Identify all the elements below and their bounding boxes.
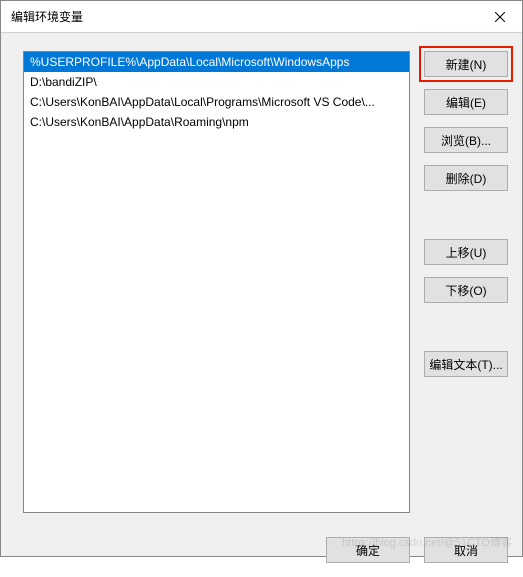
browse-button[interactable]: 浏览(B)... — [424, 127, 508, 153]
titlebar: 编辑环境变量 — [1, 1, 522, 33]
list-item[interactable]: C:\Users\KonBAI\AppData\Roaming\npm — [24, 112, 409, 132]
move-up-button[interactable]: 上移(U) — [424, 239, 508, 265]
move-down-button[interactable]: 下移(O) — [424, 277, 508, 303]
dialog-footer: 确定 取消 — [1, 527, 522, 577]
dialog-content: %USERPROFILE%\AppData\Local\Microsoft\Wi… — [1, 33, 522, 527]
close-button[interactable] — [477, 1, 522, 33]
dialog-window: 编辑环境变量 %USERPROFILE%\AppData\Local\Micro… — [0, 0, 523, 557]
edit-text-button[interactable]: 编辑文本(T)... — [424, 351, 508, 377]
button-column: 新建(N) 编辑(E) 浏览(B)... 删除(D) 上移(U) 下移(O) 编… — [424, 51, 508, 513]
ok-button[interactable]: 确定 — [326, 537, 410, 563]
list-item[interactable]: C:\Users\KonBAI\AppData\Local\Programs\M… — [24, 92, 409, 112]
new-button[interactable]: 新建(N) — [424, 51, 508, 77]
path-listbox[interactable]: %USERPROFILE%\AppData\Local\Microsoft\Wi… — [23, 51, 410, 513]
cancel-button[interactable]: 取消 — [424, 537, 508, 563]
list-item[interactable]: D:\bandiZIP\ — [24, 72, 409, 92]
edit-button[interactable]: 编辑(E) — [424, 89, 508, 115]
list-item[interactable]: %USERPROFILE%\AppData\Local\Microsoft\Wi… — [24, 52, 409, 72]
dialog-title: 编辑环境变量 — [11, 8, 477, 25]
close-icon — [495, 12, 505, 22]
delete-button[interactable]: 删除(D) — [424, 165, 508, 191]
